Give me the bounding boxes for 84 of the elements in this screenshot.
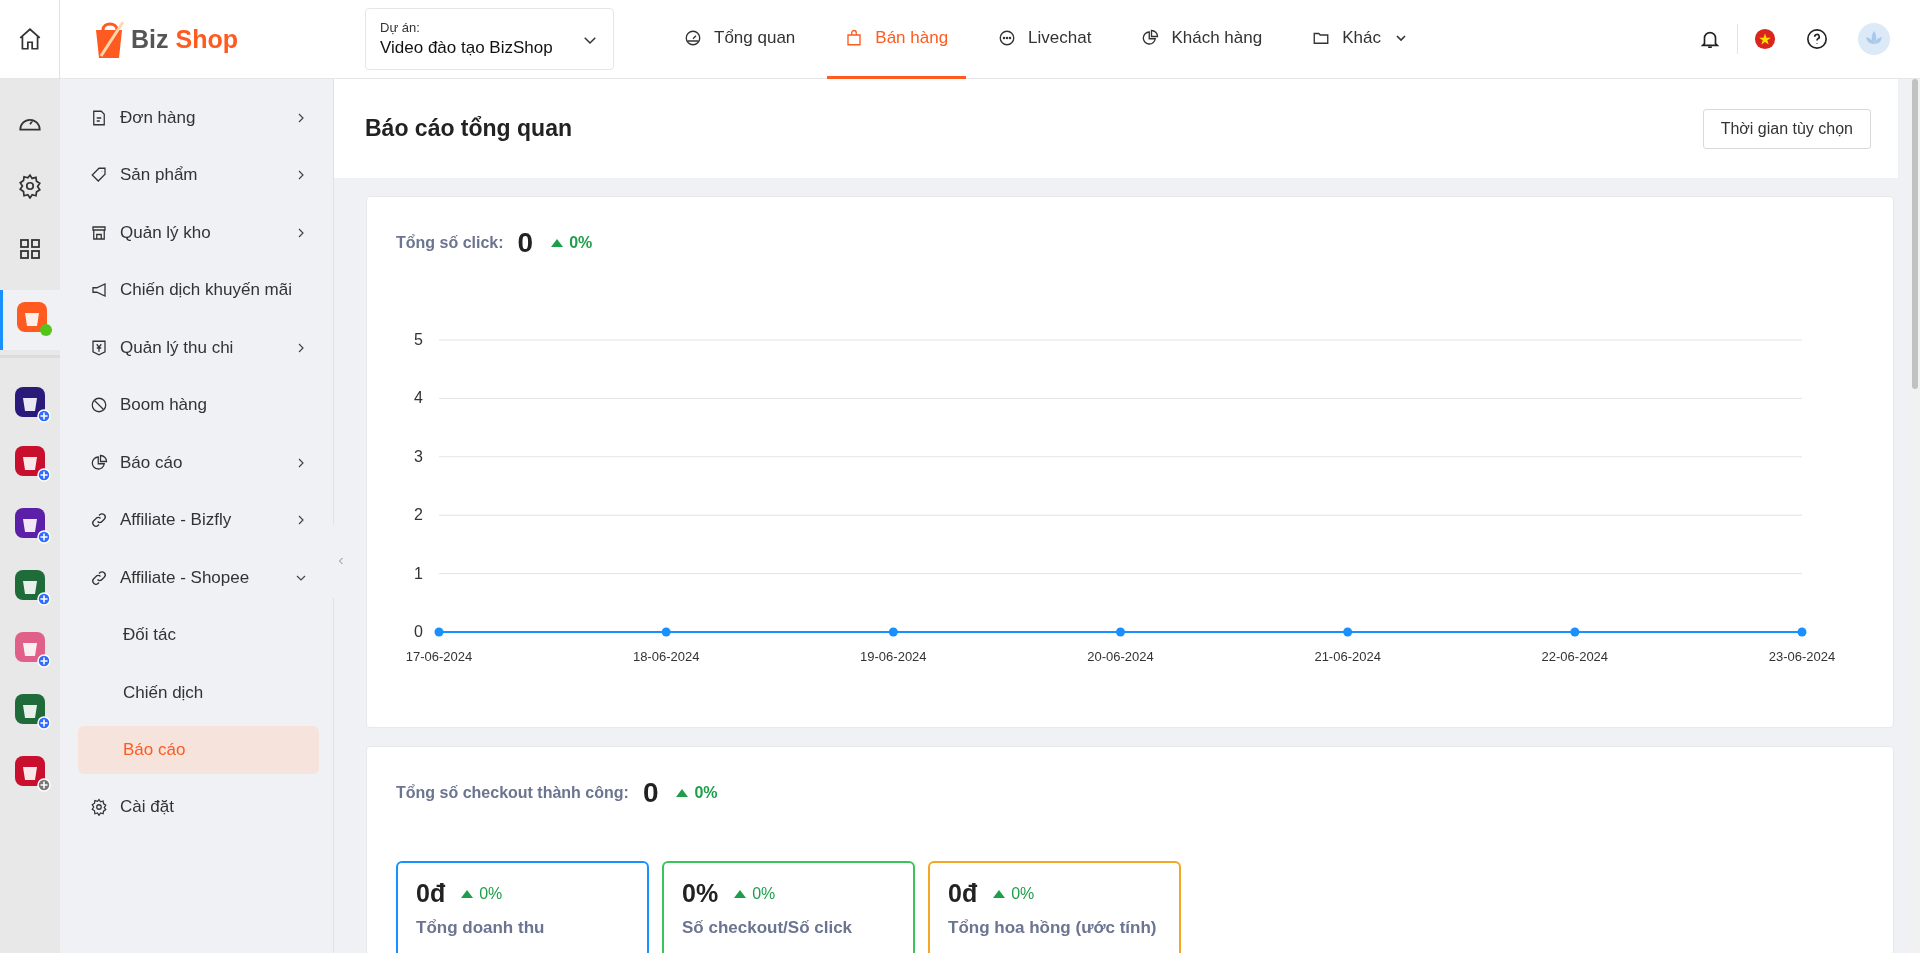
shopping-bag-icon [845,28,864,47]
stat-label: Tổng số click: [396,234,504,252]
nav-tab[interactable]: Khách hàng [1123,0,1281,79]
sidebar-item[interactable]: Báo cáo [78,434,319,492]
x-tick-label: 23-06-2024 [1768,649,1836,664]
metric-label: Số checkout/Số click [682,918,854,938]
nav-tab[interactable]: Livechat [980,0,1110,79]
metric-label: Tổng hoa hồng (ước tính) [948,918,1158,938]
metric-value: 0% [682,879,719,908]
data-point [888,627,898,637]
project-selector[interactable]: Dự án: Video đào tạo BizShop [365,8,614,70]
metric-change: 0% [479,884,503,903]
metric-value: 0đ [948,879,978,908]
x-tick-label: 20-06-2024 [1087,649,1154,664]
x-tick-label: 17-06-2024 [405,649,473,664]
chat-bubble-icon [998,28,1017,47]
sidebar-item[interactable]: Chiến dịch khuyến mãi [78,261,319,319]
sidebar-subitem[interactable]: Chiến dịch [78,664,319,722]
x-tick-label: 19-06-2024 [860,649,927,664]
x-tick-label: 22-06-2024 [1541,649,1609,664]
settings-icon [90,798,108,817]
y-tick-label: 0 [414,623,423,640]
brand-name: Biz Shop [131,24,238,54]
increase-icon [551,239,564,247]
sidebar-item[interactable]: Đơn hàng [78,89,319,147]
metric-value: 0đ [416,879,446,908]
prohibited-icon [90,396,108,415]
metric-change: 0% [752,884,776,903]
stat-change: 0% [694,784,718,802]
gauge-icon [684,28,702,47]
app-icon[interactable] [15,446,51,482]
data-point [661,627,671,637]
scrollbar[interactable] [1910,79,1920,953]
y-tick-label: 2 [414,506,423,524]
grid-icon[interactable] [18,237,42,261]
settings-icon[interactable] [17,173,43,199]
help-icon[interactable] [1806,28,1828,50]
sidebar-item[interactable]: Boom hàng [78,376,319,434]
sidebar-subitem[interactable]: Đối tác [78,606,319,664]
metric-change: 0% [1011,884,1035,903]
data-point [1343,627,1353,637]
increase-icon [993,889,1006,898]
data-point [1116,627,1125,637]
page-title: Báo cáo tổng quan [365,115,572,142]
data-point [1570,627,1580,637]
time-range-button[interactable]: Thời gian tùy chọn [1702,108,1871,149]
pie-chart-icon [90,453,108,472]
y-tick-label: 5 [414,331,423,348]
data-point [434,627,444,637]
increase-icon [461,889,474,898]
megaphone-icon [90,281,108,300]
sidebar-item[interactable]: Cài đặt [78,778,319,836]
increase-icon [734,889,747,898]
app-icon[interactable] [15,386,51,423]
data-point [1797,627,1807,637]
pie-chart-icon [1141,28,1160,47]
stat-label: Tổng số checkout thành công: [396,784,629,802]
app-icon[interactable] [15,570,51,606]
x-tick-label: 21-06-2024 [1314,649,1381,664]
sidebar-item[interactable]: Quản lý thu chi [78,319,319,377]
x-tick-label: 18-06-2024 [632,649,700,664]
flag-icon[interactable] [1754,28,1776,50]
link-icon [90,568,108,587]
increase-icon [676,789,689,797]
sidebar-item[interactable]: Affiliate - Bizfly [78,491,319,549]
document-icon [90,108,108,127]
sidebar-item[interactable]: Sản phẩm [78,146,319,204]
y-tick-label: 4 [414,389,423,407]
metric-label: Tổng doanh thu [416,918,546,938]
stat-value: 0 [517,227,534,259]
tag-icon [90,166,108,185]
y-tick-label: 1 [414,564,423,582]
app-icon[interactable] [15,508,51,544]
nav-tab[interactable]: Tổng quan [666,0,814,79]
y-tick-label: 3 [414,447,423,465]
sidebar-item[interactable]: Quản lý kho [78,204,319,262]
app-icon[interactable] [15,694,51,730]
store-icon [90,223,108,242]
sidebar-item[interactable]: Affiliate - Shopee [78,549,319,607]
wallet-icon [90,338,108,357]
stat-value: 0 [642,777,659,809]
nav-tab[interactable]: Khác [1294,0,1427,79]
link-icon [90,511,108,530]
stat-change: 0% [569,234,593,252]
